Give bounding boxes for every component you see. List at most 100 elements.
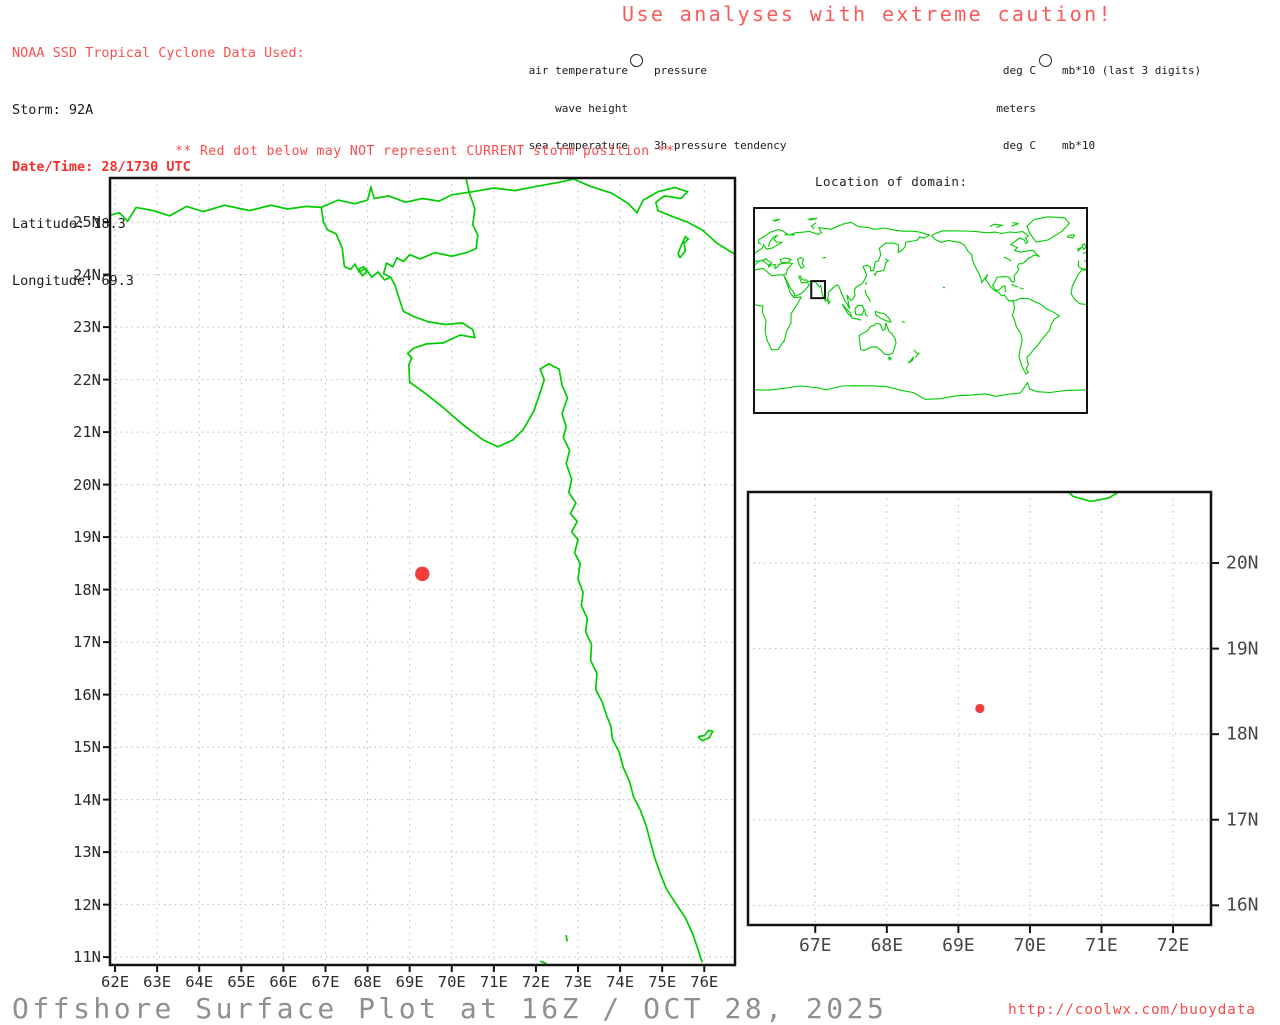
coastline [808, 218, 817, 220]
axis-label: 12N [73, 896, 101, 914]
coastline [1078, 248, 1082, 252]
coastline [698, 730, 713, 741]
coastline [875, 311, 891, 322]
axis-label: 24N [73, 266, 101, 284]
axis-label: 68E [354, 973, 382, 991]
coastline [773, 263, 793, 275]
station-circle-icon [630, 54, 643, 67]
units-legend: deg C mb*10 (last 3 digits) meters deg C… [974, 40, 1201, 165]
coastline [859, 323, 896, 355]
coastline [1004, 257, 1011, 261]
legend-unit-degc-2: deg C [974, 140, 1036, 153]
storm-position-warning: ** Red dot below may NOT represent CURRE… [175, 144, 675, 159]
coastline [855, 305, 864, 315]
coastline [852, 318, 862, 320]
axis-label: 18N [1226, 724, 1259, 745]
coastline [780, 258, 791, 263]
axis-label: 20N [73, 476, 101, 494]
coastline [943, 287, 945, 288]
axis-label: 18N [73, 581, 101, 599]
coastline [754, 383, 1087, 400]
axis-label: 63E [143, 973, 171, 991]
axis-label: 71E [480, 973, 508, 991]
legend-wave-height: wave height [520, 103, 628, 116]
coastline [759, 222, 930, 244]
axis-label: 67E [311, 973, 339, 991]
coastline [908, 357, 913, 363]
axis-label: 72E [522, 973, 550, 991]
legend-unit-mb-1: mb*10 (last 3 digits) [1062, 65, 1201, 78]
storm-position-dot [975, 704, 984, 713]
coastline [384, 175, 478, 277]
axis-label: 19N [1226, 638, 1259, 659]
coastline [678, 237, 688, 258]
legend-pressure: pressure [654, 65, 707, 78]
world-inset-title: Location of domain: [815, 174, 968, 189]
legend-air-temperature: air temperature [520, 65, 628, 78]
coastline [811, 223, 816, 229]
axis-label: 62E [101, 973, 129, 991]
axis-label: 69E [396, 973, 424, 991]
axis-label: 16N [1226, 895, 1259, 916]
site-url-link[interactable]: http://coolwx.com/buoydata [1008, 1002, 1256, 1018]
axis-label: 70E [1014, 935, 1047, 956]
coastline [902, 321, 905, 322]
coastline [932, 236, 1060, 374]
coastline [773, 219, 780, 221]
axis-label: 65E [227, 973, 255, 991]
axis-label: 19N [73, 528, 101, 546]
storm-latitude-line: Latitude: 18.3 [12, 215, 305, 234]
coastline [754, 259, 772, 267]
coastline [1078, 261, 1087, 269]
plot-main-title: Offshore Surface Plot at 16Z / OCT 28, 2… [12, 992, 887, 1025]
storm-datetime-line: Date/Time: 28/1730 UTC [12, 158, 305, 177]
coastline [540, 961, 546, 963]
axis-label: 25N [73, 213, 101, 231]
axis-label: 23N [73, 318, 101, 336]
storm-position-dot [415, 567, 429, 581]
coastline [990, 224, 1002, 227]
coastline [888, 357, 891, 360]
axis-label: 16N [73, 686, 101, 704]
axis-label: 76E [690, 973, 718, 991]
coastline [865, 310, 868, 317]
axis-label: 17N [1226, 809, 1259, 830]
coastline [1071, 270, 1087, 305]
coastline [1062, 486, 1130, 501]
axis-label: 15N [73, 738, 101, 756]
legend-unit-mb-2: mb*10 [1062, 140, 1095, 153]
coastline [1027, 217, 1070, 242]
axis-label: 72E [1157, 935, 1190, 956]
axis-label: 73E [564, 973, 592, 991]
axis-label: 20N [1226, 553, 1259, 574]
coastline [932, 231, 1040, 292]
axis-label: 74E [606, 973, 634, 991]
coastline [823, 257, 827, 258]
coastline [1011, 284, 1018, 287]
axis-label: 13N [73, 843, 101, 861]
axis-label: 22N [73, 371, 101, 389]
axis-label: 71E [1085, 935, 1118, 956]
storm-id-line: Storm: 92A [12, 101, 305, 120]
axis-label: 64E [185, 973, 213, 991]
coastline [866, 282, 867, 285]
coastline [1011, 223, 1018, 227]
axis-label: 70E [438, 973, 466, 991]
axis-label: 66E [269, 973, 297, 991]
axis-label: 11N [73, 948, 101, 966]
axis-label: 68E [871, 935, 904, 956]
axis-label: 21N [73, 423, 101, 441]
legend-unit-degc-1: deg C [974, 65, 1036, 78]
axis-label: 14N [73, 791, 101, 809]
coastline [784, 235, 930, 309]
coastline [566, 935, 567, 941]
axis-label: 67E [799, 935, 832, 956]
units-circle-icon [1039, 54, 1052, 67]
axis-label: 69E [942, 935, 975, 956]
axis-label: 17N [73, 633, 101, 651]
coastline [828, 300, 830, 304]
coastline [798, 258, 805, 269]
legend-unit-meters: meters [974, 103, 1036, 116]
noaa-data-heading: NOAA SSD Tropical Cyclone Data Used: [12, 44, 305, 63]
buoy-plot-page: { "colors": { "coast": "#00cc00", "storm… [0, 0, 1280, 1024]
